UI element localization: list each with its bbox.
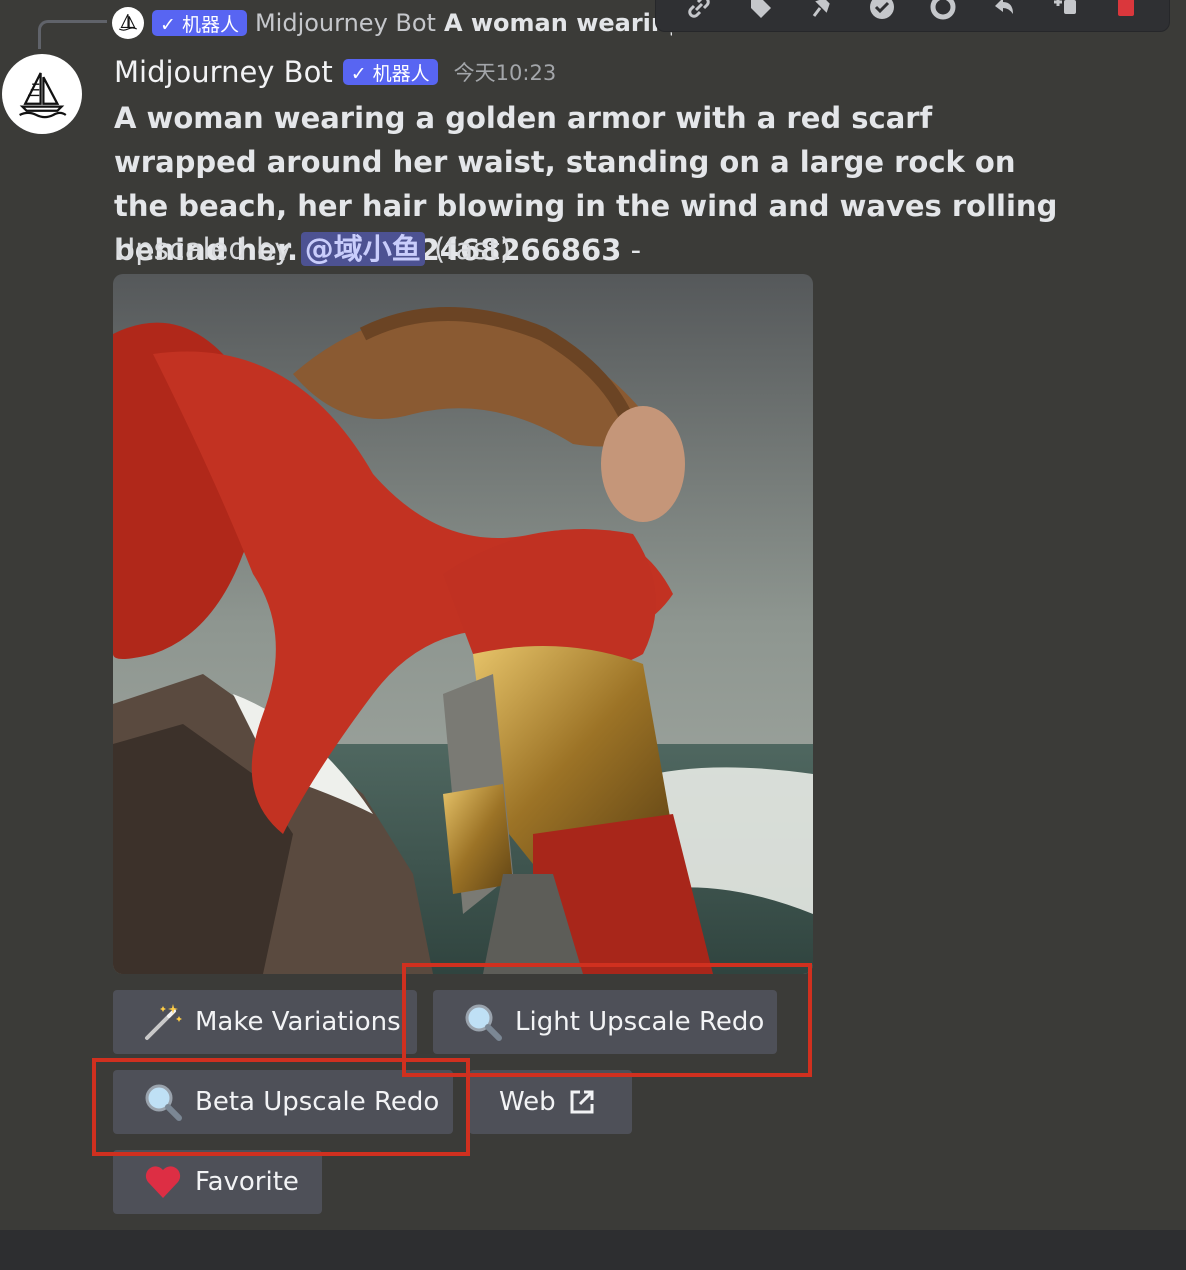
author-name[interactable]: Midjourney Bot [114,55,333,89]
sailboat-icon [118,13,138,31]
reply-author[interactable]: Midjourney Bot [255,9,436,37]
web-link-button[interactable]: Web [469,1070,632,1134]
highlight-box-beta-upscale [92,1058,470,1156]
user-mention[interactable]: @域小鱼 [300,232,425,266]
make-variations-label: Make Variations [195,1007,401,1037]
refresh-icon[interactable] [923,0,963,27]
upscaled-suffix: (fast) [424,232,512,266]
reply-bot-badge: ✓ 机器人 [152,10,247,36]
web-label: Web [499,1087,556,1117]
message-header: Midjourney Bot ✓ 机器人 今天10:23 [114,52,556,92]
author-avatar[interactable] [2,54,82,134]
bottom-bar [0,1230,1186,1270]
generated-image[interactable] [113,274,813,974]
favorite-button[interactable]: Favorite [113,1150,322,1214]
magic-wand-icon [145,1004,182,1040]
make-variations-button[interactable]: Make Variations [113,990,417,1054]
reply-connector [38,20,107,49]
timestamp[interactable]: 今天10:23 [454,57,557,87]
heart-icon [145,1166,181,1198]
upscaled-prefix: Upscaled by [114,232,301,266]
reply-preview[interactable]: ✓ 机器人 Midjourney Bot A woman wearing a g… [112,4,672,42]
message-actions-toolbar [655,0,1170,32]
external-link-icon [570,1090,594,1114]
bot-badge: ✓ 机器人 [342,59,438,85]
sailboat-icon [19,72,67,119]
reply-avatar[interactable] [112,7,144,39]
delete-icon[interactable] [1106,0,1146,27]
link-icon[interactable] [679,0,719,27]
add-thread-icon[interactable] [1045,0,1085,27]
check-icon[interactable] [862,0,902,27]
favorite-label: Favorite [195,1167,299,1197]
pin-icon[interactable] [801,0,841,27]
reply-icon[interactable] [984,0,1024,27]
upscaled-line: Upscaled by @域小鱼 (fast) [114,228,511,270]
prompt-dash: - [621,233,642,267]
tag-icon[interactable] [740,0,780,27]
reply-preview-text[interactable]: A woman wearing a golden armor with a re… [444,9,672,37]
